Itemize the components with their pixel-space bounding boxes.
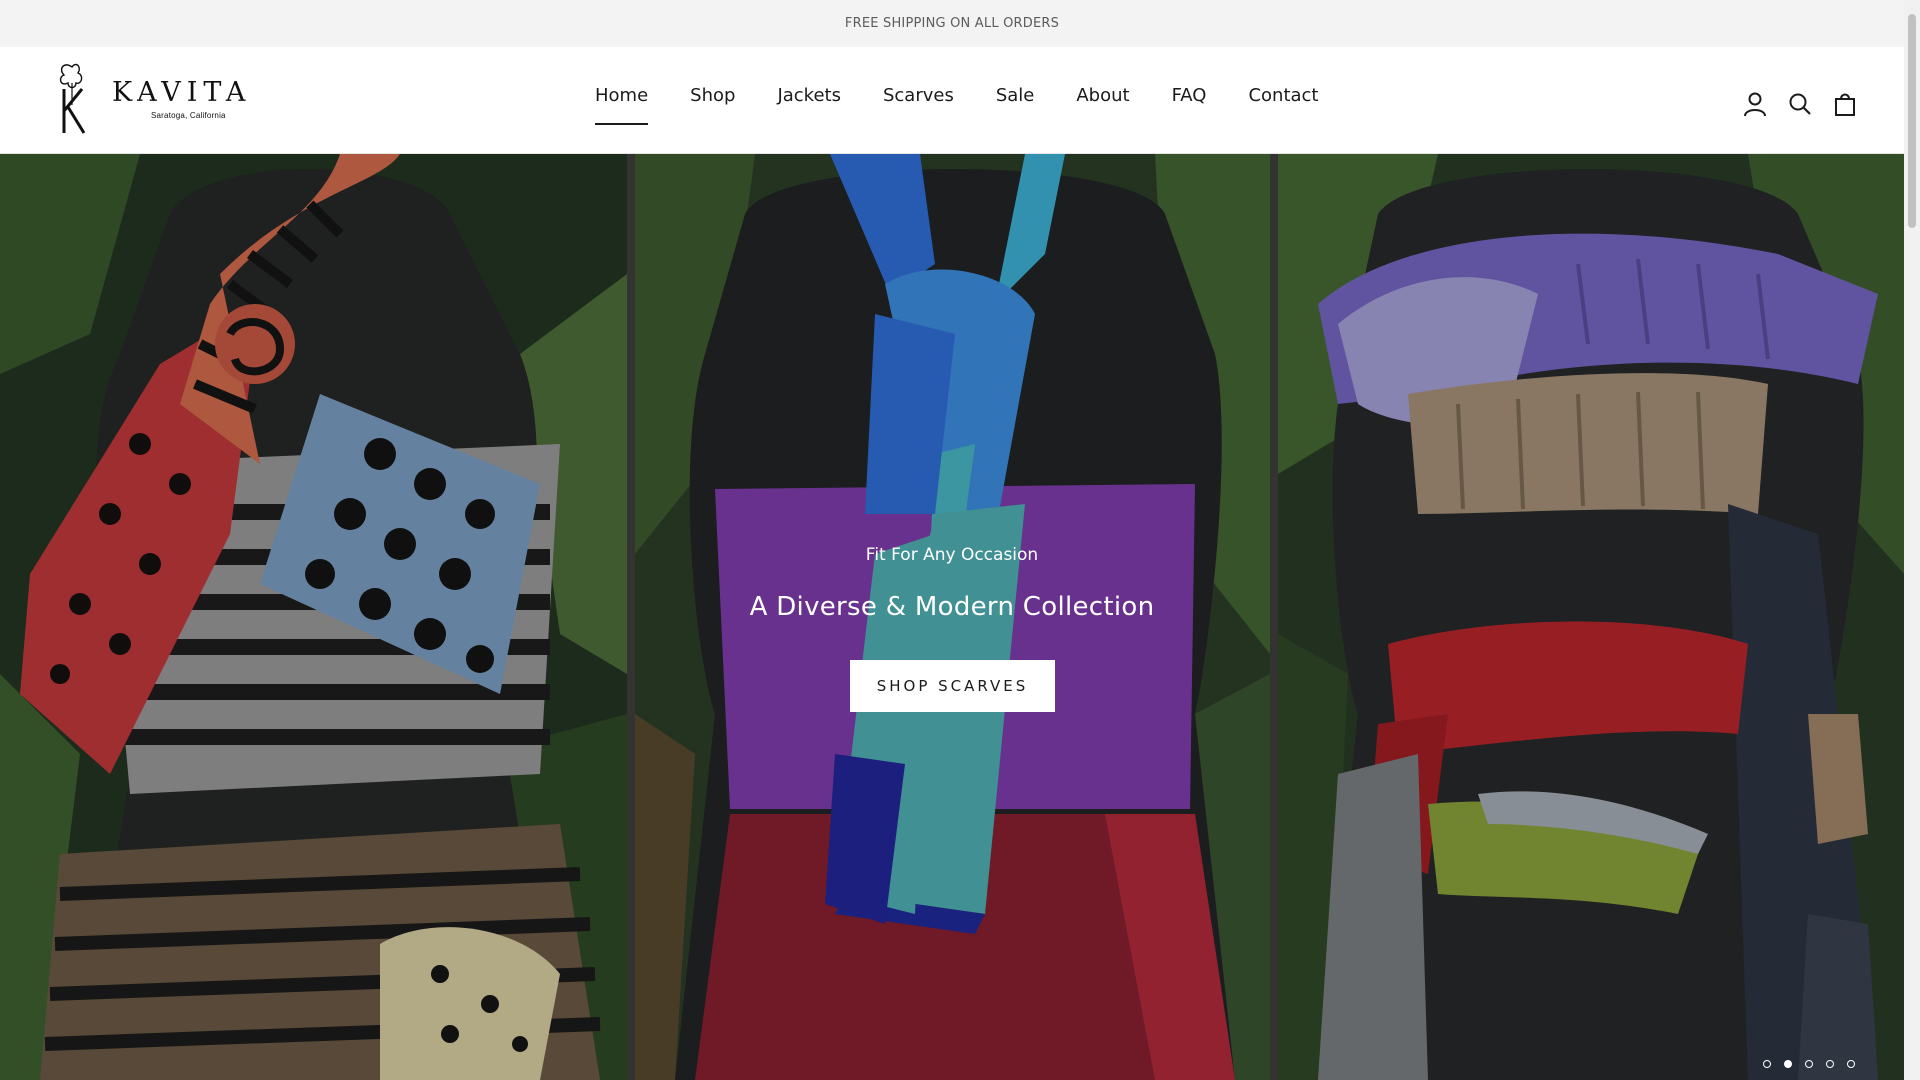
nav-item-faq[interactable]: FAQ bbox=[1172, 85, 1207, 106]
nav-item-shop[interactable]: Shop bbox=[690, 85, 735, 106]
hero-slideshow: Fit For Any Occasion A Diverse & Modern … bbox=[0, 154, 1904, 1080]
iris-flower-icon bbox=[59, 63, 86, 134]
nav-item-about[interactable]: About bbox=[1076, 85, 1129, 106]
nav-item-sale[interactable]: Sale bbox=[996, 85, 1035, 106]
slide-dot[interactable] bbox=[1805, 1060, 1813, 1068]
slide-dot[interactable] bbox=[1784, 1060, 1792, 1068]
slide-dot[interactable] bbox=[1826, 1060, 1834, 1068]
site-header: KAVITA Saratoga, California Home Shop Ja… bbox=[0, 47, 1904, 154]
cart-icon[interactable] bbox=[1832, 91, 1858, 117]
announcement-text: FREE SHIPPING ON ALL ORDERS bbox=[844, 16, 1060, 31]
nav-item-jackets[interactable]: Jackets bbox=[777, 85, 841, 106]
announcement-bar: FREE SHIPPING ON ALL ORDERS bbox=[0, 0, 1904, 47]
main-nav: Home Shop Jackets Scarves Sale About FAQ… bbox=[595, 85, 1360, 125]
scrollbar-thumb[interactable] bbox=[1908, 14, 1916, 228]
nav-item-scarves[interactable]: Scarves bbox=[883, 85, 954, 106]
slide-dot[interactable] bbox=[1763, 1060, 1771, 1068]
account-icon[interactable] bbox=[1742, 91, 1768, 117]
brand-logo[interactable]: KAVITA Saratoga, California bbox=[54, 59, 245, 137]
slide-indicators bbox=[1763, 1060, 1855, 1068]
brand-location: Saratoga, California bbox=[151, 111, 226, 120]
hero-title: A Diverse & Modern Collection bbox=[749, 592, 1155, 622]
nav-item-contact[interactable]: Contact bbox=[1248, 85, 1318, 106]
page-scrollbar[interactable] bbox=[1904, 0, 1920, 1080]
nav-item-home[interactable]: Home bbox=[595, 85, 649, 125]
slide-dot[interactable] bbox=[1847, 1060, 1855, 1068]
shop-scarves-button[interactable]: SHOP SCARVES bbox=[850, 660, 1055, 712]
brand-name: KAVITA bbox=[112, 77, 252, 108]
hero-subtitle: Fit For Any Occasion bbox=[865, 545, 1039, 565]
search-icon[interactable] bbox=[1787, 91, 1813, 117]
